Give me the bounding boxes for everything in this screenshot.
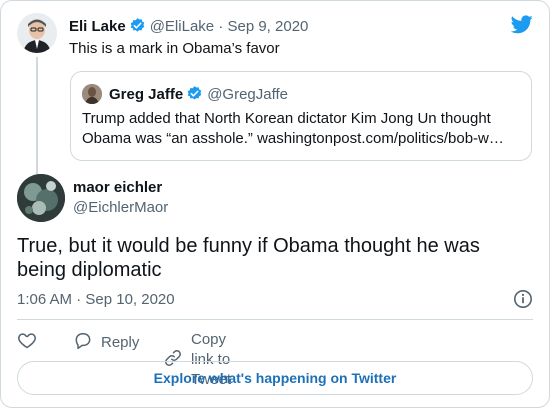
author-handle[interactable]: @EliLake bbox=[150, 18, 214, 35]
explore-twitter-button[interactable]: Explore what's happening on Twitter bbox=[17, 361, 533, 395]
parent-tweet-header: Eli Lake @EliLake · Sep 9, 2020 bbox=[69, 17, 308, 39]
thread-connector-line bbox=[36, 57, 38, 182]
speech-bubble-icon bbox=[73, 330, 93, 355]
tweet-timestamp[interactable]: 1:06 AM · Sep 10, 2020 bbox=[17, 291, 175, 309]
avatar[interactable] bbox=[82, 84, 102, 104]
quoted-tweet-header: Greg Jaffe @GregJaffe bbox=[109, 85, 288, 107]
quoted-tweet[interactable]: Greg Jaffe @GregJaffe Trump added that No… bbox=[70, 71, 532, 161]
like-button[interactable] bbox=[17, 330, 37, 355]
divider bbox=[17, 319, 533, 320]
verified-badge-icon bbox=[186, 85, 203, 107]
avatar[interactable] bbox=[17, 174, 65, 222]
author-handle[interactable]: @EichlerMaor bbox=[73, 199, 168, 217]
author-name[interactable]: maor eichler bbox=[73, 179, 162, 197]
avatar[interactable] bbox=[17, 13, 57, 53]
author-handle[interactable]: @GregJaffe bbox=[207, 86, 288, 103]
info-icon[interactable] bbox=[513, 289, 533, 314]
author-name[interactable]: Greg Jaffe bbox=[109, 86, 183, 103]
tweet-date[interactable]: Sep 9, 2020 bbox=[227, 18, 308, 35]
quoted-tweet-text: Trump added that North Korean dictator K… bbox=[82, 110, 504, 147]
reply-label: Reply bbox=[101, 333, 140, 351]
twitter-bird-icon[interactable] bbox=[510, 15, 533, 39]
embedded-tweet-card: Eli Lake @EliLake · Sep 9, 2020 This is a… bbox=[0, 0, 550, 408]
verified-badge-icon bbox=[129, 17, 146, 39]
main-tweet-text: True, but it would be funny if Obama tho… bbox=[17, 235, 480, 281]
reply-button[interactable]: Reply bbox=[73, 330, 139, 355]
heart-icon bbox=[17, 330, 37, 355]
author-name[interactable]: Eli Lake bbox=[69, 18, 126, 35]
parent-tweet-text: This is a mark in Obama’s favor bbox=[69, 40, 280, 57]
